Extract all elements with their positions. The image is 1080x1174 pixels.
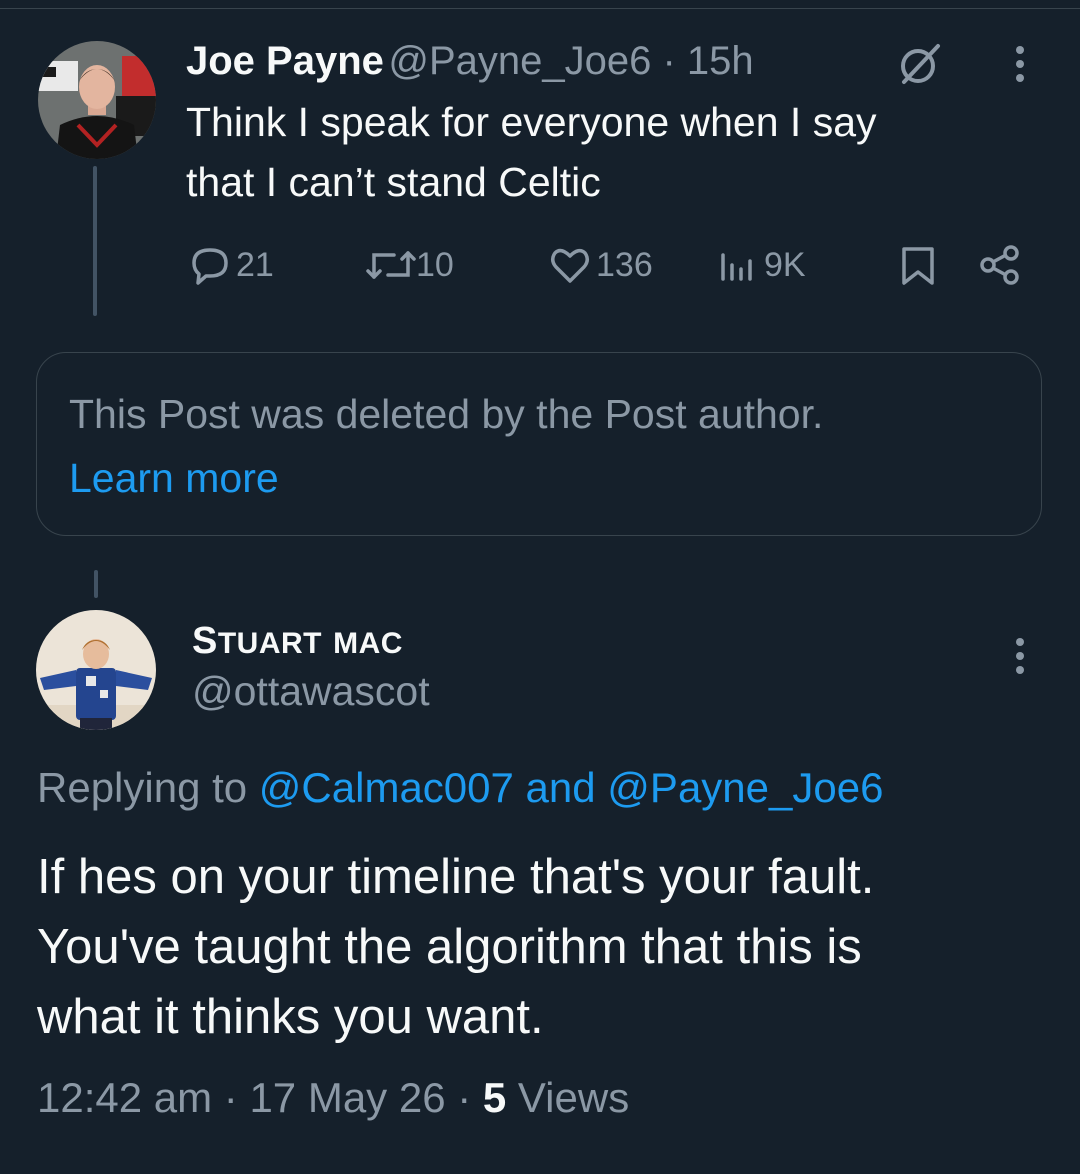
replying-to-and: and bbox=[513, 764, 608, 811]
like-action[interactable]: 136 bbox=[548, 240, 653, 290]
reply-count: 21 bbox=[236, 245, 274, 284]
deleted-post-notice: This Post was deleted by the Post author… bbox=[36, 352, 1042, 536]
avatar-joe-payne[interactable] bbox=[38, 41, 156, 159]
repost-icon bbox=[366, 251, 416, 279]
thread-line bbox=[93, 166, 97, 316]
reply-meta: 12:42 am · 17 May 26 · 5 Views bbox=[37, 1074, 629, 1122]
reply-icon bbox=[192, 248, 228, 285]
deleted-post-text: This Post was deleted by the Post author… bbox=[69, 391, 824, 437]
reply-text-line: If hes on your timeline that's your faul… bbox=[37, 850, 875, 904]
reply-author-name-rest: TUART bbox=[217, 627, 323, 660]
post-header: Joe Payne @Payne_Joe6 · 15h bbox=[186, 35, 754, 87]
post-text-line: that I can’t stand Celtic bbox=[186, 159, 601, 205]
post-text-line: Think I speak for everyone when I say bbox=[186, 99, 877, 145]
reply-author-surname: MAC bbox=[333, 627, 403, 660]
avatar-stuart-mac[interactable] bbox=[36, 610, 156, 730]
reply-views-count: 5 bbox=[482, 1074, 507, 1121]
learn-more-link[interactable]: Learn more bbox=[69, 455, 279, 502]
like-icon bbox=[551, 248, 589, 283]
views-icon bbox=[721, 253, 752, 281]
replying-to-prefix: Replying to bbox=[37, 764, 259, 811]
bookmark-action[interactable] bbox=[898, 240, 938, 290]
author-handle[interactable]: @Payne_Joe6 bbox=[388, 39, 651, 83]
replying-to-user-2[interactable]: @Payne_Joe6 bbox=[607, 764, 883, 811]
profile-photo-stuart-icon bbox=[36, 610, 156, 730]
reply-action[interactable]: 21 bbox=[188, 240, 274, 290]
replying-to-line: Replying to @Calmac007 and @Payne_Joe6 bbox=[37, 764, 883, 812]
post-time[interactable]: 15h bbox=[687, 39, 754, 83]
reply-timestamp[interactable]: 12:42 am · 17 May 26 · bbox=[37, 1074, 483, 1121]
reply-author-name[interactable]: STUART MAC bbox=[192, 616, 403, 666]
reply-text-line: You've taught the algorithm that this is bbox=[37, 920, 862, 974]
more-icon bbox=[1016, 46, 1024, 82]
reply-text-line: what it thinks you want. bbox=[37, 990, 544, 1044]
views-count: 9K bbox=[764, 245, 806, 284]
post-more-button[interactable] bbox=[1008, 44, 1032, 88]
reply-more-button[interactable] bbox=[1008, 636, 1032, 680]
post-text: Think I speak for everyone when I say th… bbox=[186, 92, 1006, 212]
reply-text: If hes on your timeline that's your faul… bbox=[37, 842, 1057, 1052]
reply-views-label: Views bbox=[506, 1074, 630, 1121]
grok-button[interactable] bbox=[896, 40, 944, 88]
header-separator: · bbox=[651, 39, 687, 83]
like-count: 136 bbox=[596, 245, 653, 284]
author-name[interactable]: Joe Payne bbox=[186, 39, 384, 83]
repost-count: 10 bbox=[416, 245, 454, 284]
share-icon bbox=[980, 245, 1019, 285]
replying-to-user-1[interactable]: @Calmac007 bbox=[259, 764, 514, 811]
repost-action[interactable]: 10 bbox=[366, 240, 454, 290]
more-icon bbox=[1016, 638, 1024, 674]
thread-line-short bbox=[94, 570, 98, 598]
top-divider bbox=[0, 8, 1080, 9]
grok-icon bbox=[901, 44, 940, 84]
views-action[interactable]: 9K bbox=[718, 240, 806, 290]
share-action[interactable] bbox=[978, 240, 1022, 290]
reply-author-handle[interactable]: @ottawascot bbox=[192, 668, 430, 715]
reply-author-name-initial: S bbox=[192, 620, 218, 662]
bookmark-icon bbox=[902, 247, 934, 285]
profile-photo-joe-icon bbox=[38, 41, 156, 159]
